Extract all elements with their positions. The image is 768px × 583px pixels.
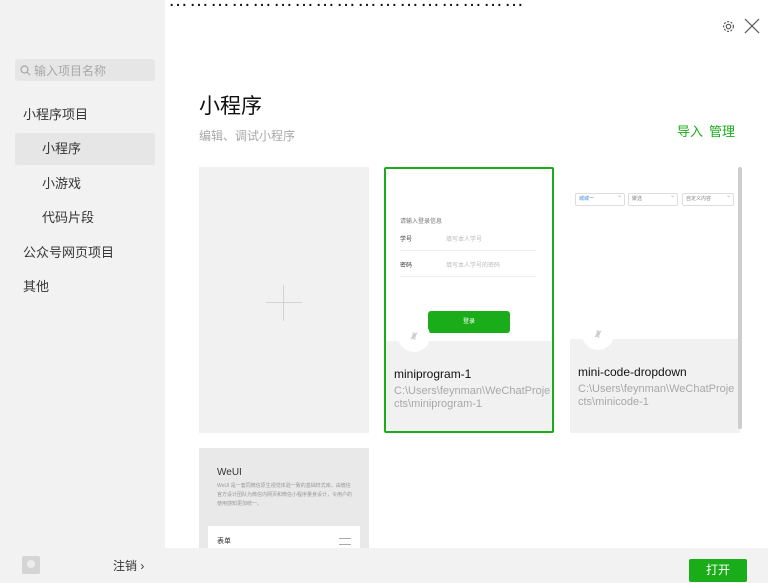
window-controls	[721, 18, 760, 34]
template-card-weui[interactable]: WeUI WeUI 是一套同微信原生视觉体验一致的基础样式库，由微信官方设计团队…	[199, 448, 369, 558]
project-name: mini-code-dropdown	[578, 365, 687, 379]
sidebar-item-webpage-projects[interactable]: 公众号网页项目	[0, 237, 165, 269]
open-button[interactable]: 打开	[689, 559, 747, 582]
project-logo	[582, 318, 614, 350]
weui-section-label: 表单	[217, 538, 231, 545]
preview-dropdown: 自定义内容	[682, 191, 734, 206]
manage-link[interactable]: 管理	[709, 124, 735, 139]
project-card-mini-code-dropdown[interactable]: 城城一 聚选 自定义内容 mini-code-dropdown C:\Users…	[570, 167, 740, 433]
sidebar-item-minigame[interactable]: 小游戏	[0, 168, 165, 200]
search-icon	[20, 64, 31, 75]
logout-button[interactable]: 注销 ›	[113, 557, 144, 574]
preview-dropdown: 聚选	[628, 191, 678, 206]
avatar[interactable]	[22, 556, 40, 574]
weui-title: WeUI	[217, 467, 242, 478]
preview-login-button: 登录	[428, 311, 510, 333]
link-icon	[410, 332, 418, 340]
preview-row-placeholder: 填写本人学号	[446, 237, 483, 243]
preview-row-placeholder: 填写本人学号的密码	[446, 263, 501, 269]
project-logo	[398, 320, 430, 352]
menu-icon	[339, 538, 351, 545]
page-subtitle: 编辑、调试小程序	[199, 129, 296, 143]
project-card-miniprogram-1[interactable]: 请输入登录信息 学号 填写本人学号 密码 填写本人学号的密码 登录 miniprog…	[384, 167, 554, 433]
search-input[interactable]: 输入项目名称	[15, 59, 155, 81]
project-preview: 城城一 聚选 自定义内容	[570, 167, 740, 339]
preview-row-password: 密码 填写本人学号的密码	[400, 255, 536, 277]
sidebar-footer: 注销 ›	[0, 547, 165, 583]
preview-row-label: 学号	[400, 237, 413, 243]
preview-row-id: 学号 填写本人学号	[400, 229, 536, 251]
header-links: 导入 管理	[671, 121, 735, 140]
card-scrollbar[interactable]	[738, 167, 742, 429]
project-path: C:\Users\feynman\WeChatProjects\miniprog…	[394, 385, 551, 410]
new-project-card[interactable]	[199, 167, 369, 433]
preview-dropdown: 城城一	[575, 191, 625, 206]
sidebar: 输入项目名称 小程序项目 小程序 小游戏 代码片段 公众号网页项目 其他 注销 …	[0, 0, 165, 583]
project-name: miniprogram-1	[394, 367, 472, 381]
weui-description: WeUI 是一套同微信原生视觉体验一致的基础样式库，由微信官方设计团队为微信内网…	[217, 483, 353, 507]
project-preview: 请输入登录信息 学号 填写本人学号 密码 填写本人学号的密码 登录	[386, 169, 552, 341]
close-icon[interactable]	[744, 18, 760, 34]
sidebar-item-other[interactable]: 其他	[0, 271, 165, 303]
gear-icon[interactable]	[721, 19, 736, 34]
page-title: 小程序	[199, 95, 262, 118]
search-placeholder: 输入项目名称	[34, 63, 107, 78]
plus-icon	[266, 285, 302, 321]
project-path: C:\Users\feynman\WeChatProjects\minicode…	[578, 383, 735, 408]
import-link[interactable]: 导入	[677, 124, 703, 139]
bottom-bar	[165, 548, 768, 583]
preview-row-label: 密码	[400, 263, 413, 269]
sidebar-item-miniprogram-projects[interactable]: 小程序项目	[0, 99, 165, 131]
preview-heading: 请输入登录信息	[400, 219, 443, 225]
link-icon	[594, 330, 602, 338]
sidebar-item-miniprogram[interactable]: 小程序	[15, 133, 155, 165]
sidebar-item-code-snippets[interactable]: 代码片段	[0, 202, 165, 234]
